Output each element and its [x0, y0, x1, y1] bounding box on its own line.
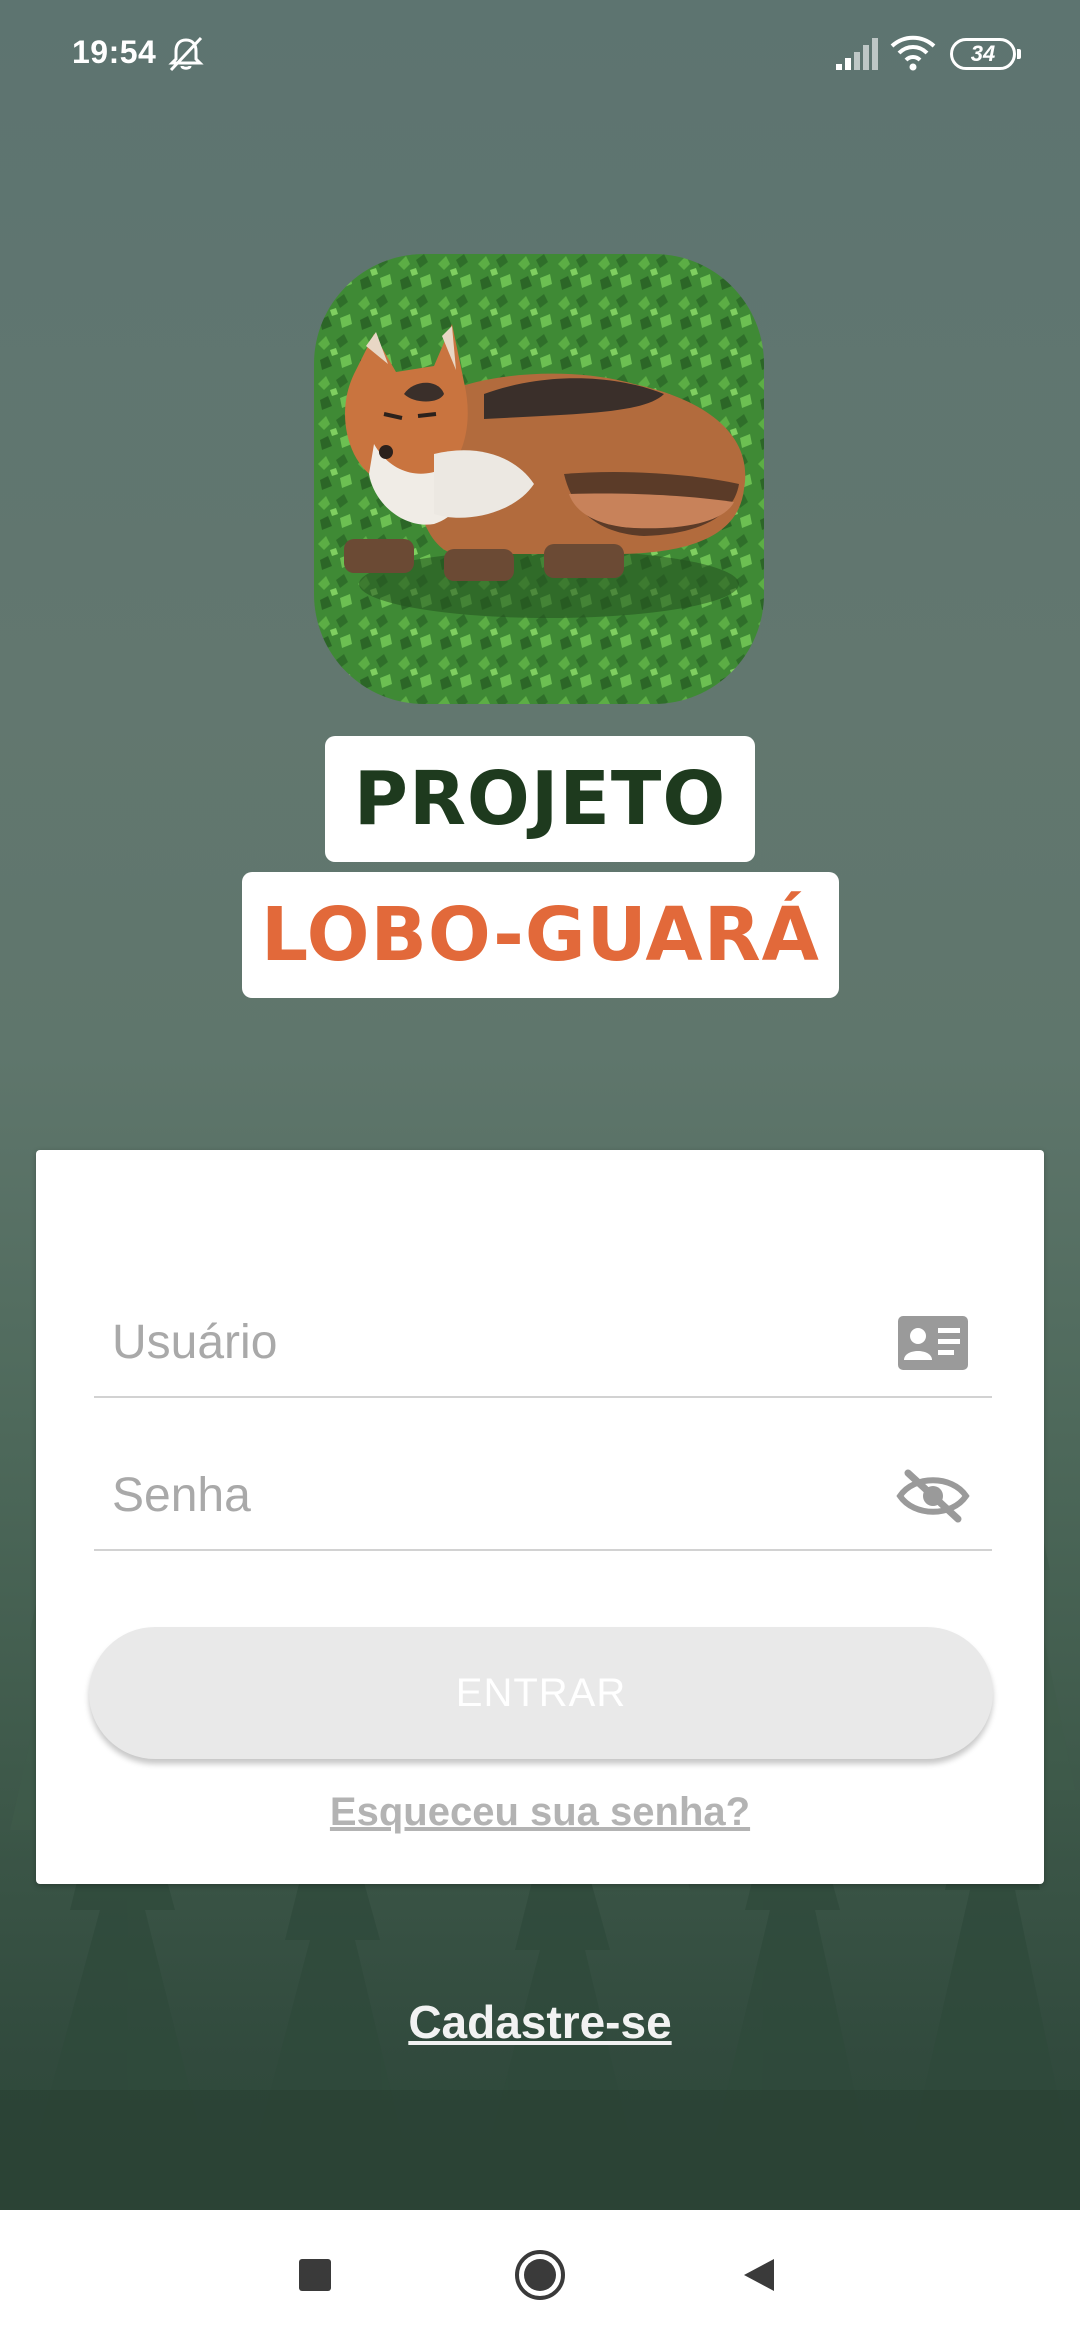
- register-link[interactable]: Cadastre-se: [0, 1995, 1080, 2049]
- status-bar: 19:54 34: [0, 0, 1080, 110]
- back-button[interactable]: [725, 2240, 795, 2310]
- password-input[interactable]: [110, 1459, 894, 1531]
- username-input[interactable]: [110, 1306, 894, 1378]
- navigation-bar: [0, 2210, 1080, 2340]
- login-card: ENTRAR Esqueceu sua senha?: [36, 1150, 1044, 1884]
- home-icon: [515, 2250, 565, 2300]
- home-button[interactable]: [505, 2240, 575, 2310]
- title-line-projeto: PROJETO: [325, 736, 755, 862]
- status-time: 19:54: [72, 34, 157, 70]
- wifi-icon: [890, 35, 936, 71]
- recent-apps-button[interactable]: [280, 2240, 350, 2310]
- enter-button[interactable]: ENTRAR: [89, 1627, 993, 1759]
- signal-icon: [836, 38, 878, 70]
- eye-off-icon[interactable]: [896, 1467, 970, 1525]
- sleeping-fox-logo: [314, 254, 764, 704]
- recent-apps-icon: [299, 2259, 331, 2291]
- id-card-icon: [898, 1316, 968, 1370]
- forgot-password-link[interactable]: Esqueceu sua senha?: [36, 1790, 1044, 1835]
- username-field: [94, 1266, 992, 1398]
- title-line-lobo-guara: LOBO-GUARÁ: [242, 872, 839, 998]
- bell-off-icon: [168, 36, 204, 72]
- login-screen: 19:54 34 PROJETO LOBO-GUARÁ Usuário ENTR…: [0, 0, 1080, 2340]
- password-field: [94, 1419, 992, 1551]
- back-icon: [744, 2259, 774, 2291]
- battery-icon: 34: [950, 38, 1021, 70]
- app-logo: [314, 254, 764, 704]
